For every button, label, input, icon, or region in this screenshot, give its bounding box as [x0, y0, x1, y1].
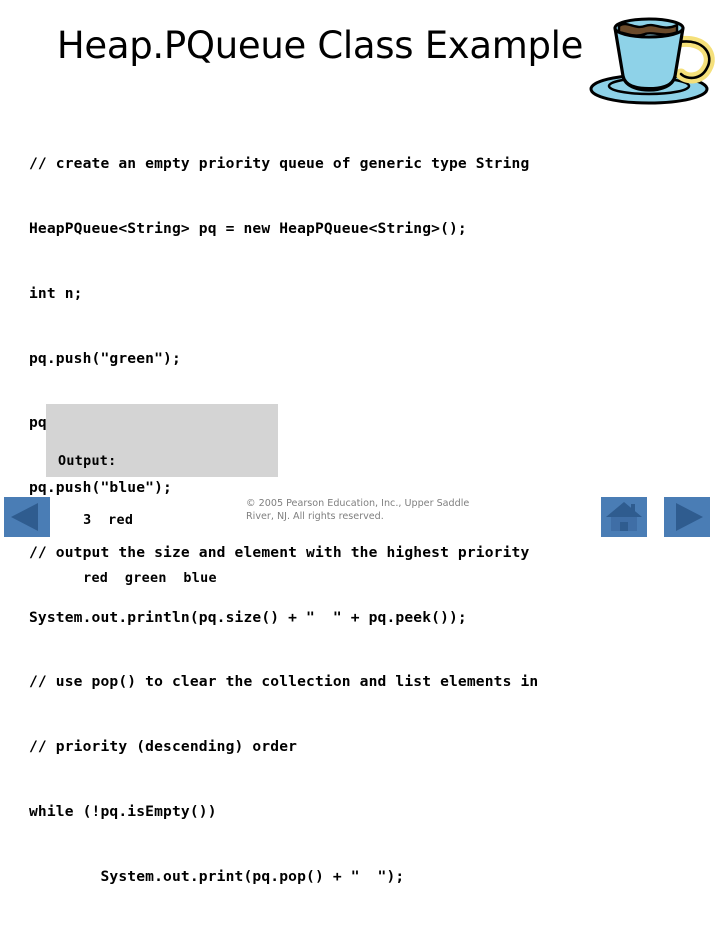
page-title: Heap.PQueue Class Example: [56, 24, 584, 67]
next-slide-button[interactable]: [664, 497, 710, 537]
code-line: // create an empty priority queue of gen…: [29, 155, 530, 173]
copyright-notice: © 2005 Pearson Education, Inc., Upper Sa…: [246, 498, 470, 522]
coffee-cup-icon: [583, 2, 718, 106]
output-line: red green blue: [58, 571, 217, 586]
output-line: 3 red: [58, 512, 134, 528]
code-line: int n;: [29, 284, 83, 302]
code-line: System.out.print(pq.pop() + " ");: [29, 867, 405, 885]
code-line: pq.push("green");: [29, 349, 181, 367]
code-line: // priority (descending) order: [29, 738, 298, 756]
triangle-left-icon: [11, 503, 38, 531]
code-line: HeapPQueue<String> pq = new HeapPQueue<S…: [29, 219, 467, 237]
code-line: // use pop() to clear the collection and…: [29, 673, 539, 691]
slide-canvas: Heap.PQueue Class Example // create an e…: [0, 0, 720, 885]
output-text-block: Output: 3 red red green blue: [58, 413, 217, 628]
previous-slide-button[interactable]: [4, 497, 50, 537]
output-line: Output:: [58, 454, 117, 469]
home-icon: [606, 502, 642, 531]
code-line: while (!pq.isEmpty()): [29, 803, 217, 820]
output-box: Output: 3 red red green blue: [46, 404, 278, 586]
home-button[interactable]: [601, 497, 647, 537]
triangle-right-icon: [676, 503, 703, 531]
